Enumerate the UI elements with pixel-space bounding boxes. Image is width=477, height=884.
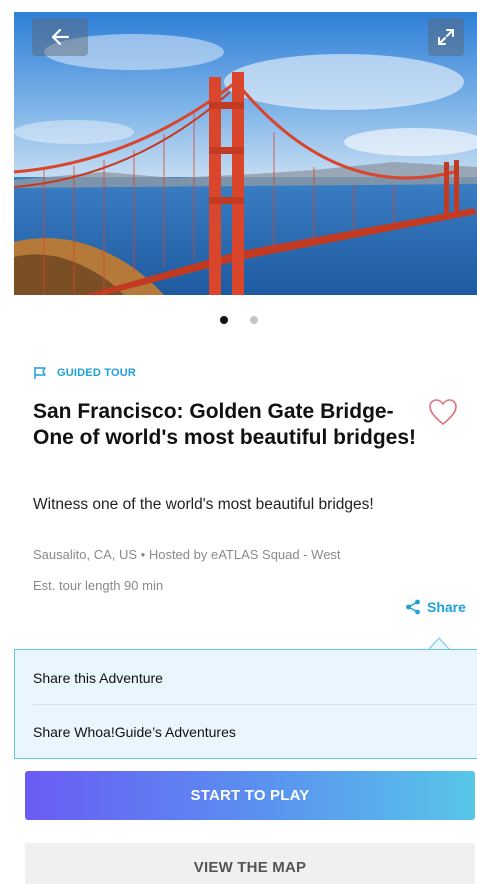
back-button[interactable] — [32, 18, 88, 56]
tour-title: San Francisco: Golden Gate Bridge- One o… — [33, 400, 417, 449]
carousel-indicator — [0, 316, 477, 324]
favorite-button[interactable] — [428, 398, 458, 431]
carousel-dot-2[interactable] — [249, 316, 258, 324]
menu-divider — [33, 704, 477, 705]
expand-button[interactable] — [428, 18, 464, 56]
tour-subtitle: Witness one of the world's most beautifu… — [33, 496, 374, 513]
location-host: Sausalito, CA, US • Hosted by eATLAS Squ… — [33, 547, 341, 562]
start-to-play-button[interactable]: START TO PLAY — [25, 771, 475, 820]
heart-icon — [429, 399, 457, 426]
tour-length: Est. tour length 90 min — [33, 578, 164, 593]
tour-type-label: GUIDED TOUR — [57, 367, 137, 379]
view-the-map-button[interactable]: VIEW THE MAP — [25, 843, 475, 884]
share-icon — [406, 599, 420, 615]
share-button[interactable]: Share — [405, 599, 466, 615]
share-menu: Share this Adventure Share Whoa!Guide’s … — [14, 649, 477, 759]
tour-type-tag: GUIDED TOUR — [33, 366, 136, 380]
share-this-adventure[interactable]: Share this Adventure — [33, 670, 163, 686]
carousel-dot-1[interactable] — [219, 316, 228, 324]
share-whoaguide-adventures[interactable]: Share Whoa!Guide’s Adventures — [33, 724, 236, 740]
arrow-left-icon — [51, 28, 70, 46]
expand-icon — [438, 29, 454, 45]
share-label: Share — [427, 599, 466, 615]
flag-icon — [34, 367, 46, 379]
